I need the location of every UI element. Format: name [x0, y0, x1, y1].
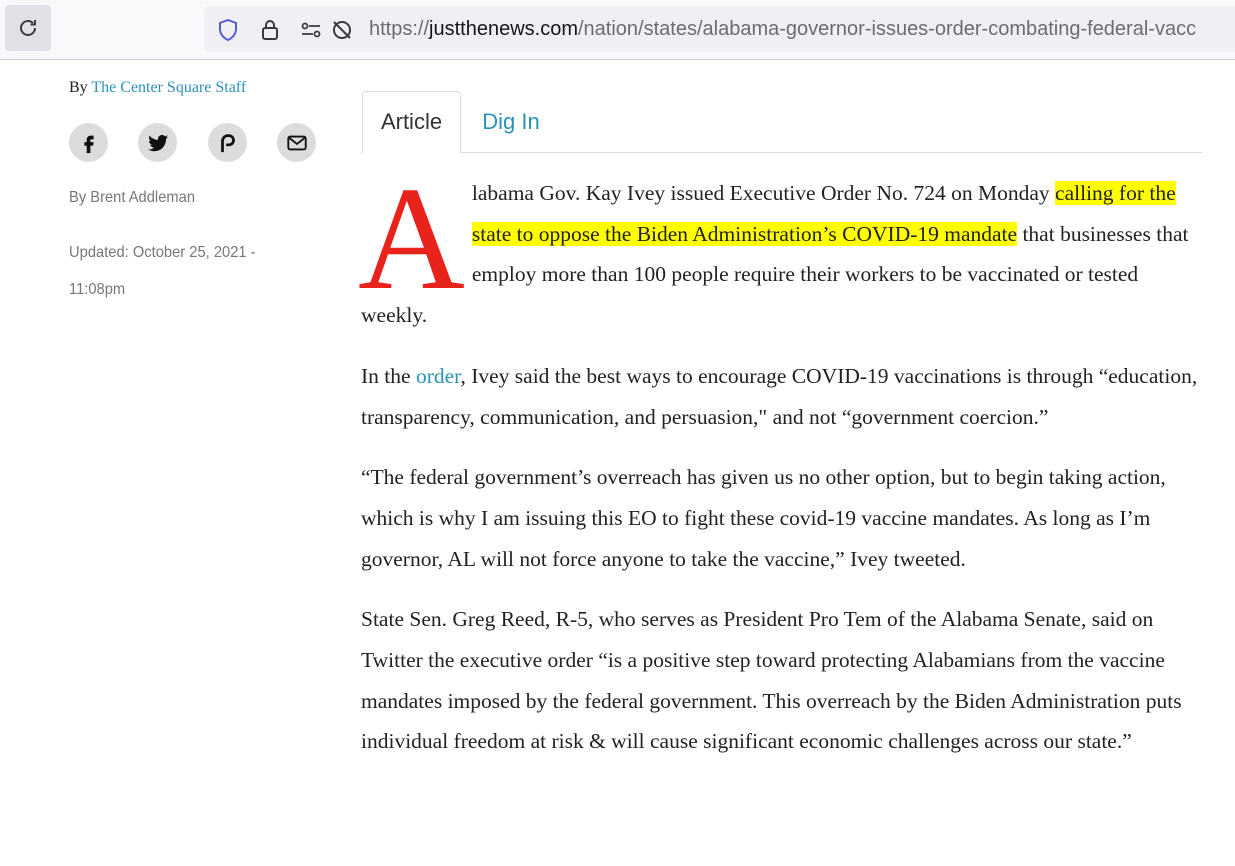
shield-icon[interactable]: [216, 18, 240, 42]
tab-dig-in[interactable]: Dig In: [470, 91, 552, 153]
permissions-icon[interactable]: [299, 18, 323, 42]
byline: By The Center Square Staff: [69, 79, 246, 97]
article-body: Alabama Gov. Kay Ivey issued Executive O…: [358, 157, 1206, 782]
source-link[interactable]: The Center Square Staff: [91, 79, 246, 96]
parler-icon: [220, 133, 235, 152]
url-prefix: https://: [369, 18, 430, 40]
url-text[interactable]: https://justthenews.com/nation/states/al…: [369, 18, 1196, 41]
updated-date: Updated: October 25, 2021 -: [69, 244, 256, 261]
tab-article[interactable]: Article: [362, 91, 461, 153]
order-link[interactable]: order: [416, 364, 461, 388]
tracking-blocked-icon[interactable]: [330, 18, 354, 42]
paragraph-text: In the: [361, 363, 416, 388]
paragraph-text: , Ivey said the best ways to encourage C…: [361, 363, 1198, 429]
reload-button[interactable]: [5, 5, 51, 51]
address-bar[interactable]: https://justthenews.com/nation/states/al…: [204, 6, 1235, 52]
author-name: By Brent Addleman: [69, 189, 196, 206]
lock-icon[interactable]: [258, 18, 282, 42]
article-paragraph: In the order, Ivey said the best ways to…: [361, 356, 1206, 437]
facebook-icon: [83, 135, 94, 153]
share-parler-button[interactable]: [208, 123, 247, 162]
article-paragraph: “The federal government’s overreach has …: [361, 465, 1166, 571]
byline-prefix: By: [69, 79, 88, 96]
share-twitter-button[interactable]: [138, 123, 177, 162]
reload-icon: [20, 20, 36, 36]
url-domain: justthenews.com: [429, 18, 578, 40]
article-paragraph: Alabama Gov. Kay Ivey issued Executive O…: [358, 157, 1206, 336]
paragraph-text: labama Gov. Kay Ivey issued Executive Or…: [471, 181, 1056, 205]
share-email-button[interactable]: [277, 123, 316, 162]
email-icon: [286, 135, 307, 150]
share-facebook-button[interactable]: [69, 123, 108, 162]
article-paragraph: State Sen. Greg Reed, R-5, who serves as…: [361, 607, 1182, 754]
browser-toolbar: https://justthenews.com/nation/states/al…: [0, 0, 1235, 60]
twitter-icon: [147, 134, 168, 151]
drop-cap: A: [358, 157, 465, 321]
updated-time: 11:08pm: [69, 281, 126, 298]
url-path: /nation/states/alabama-governor-issues-o…: [578, 18, 1197, 40]
